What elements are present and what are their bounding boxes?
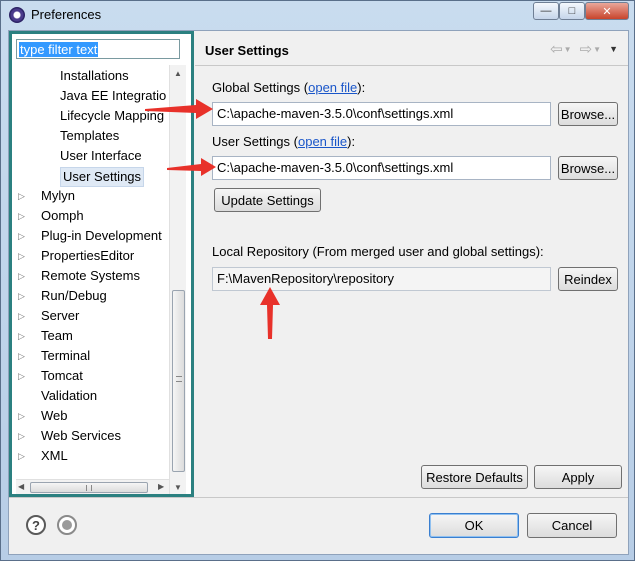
annotation-arrow-icon [167,158,216,176]
preferences-window: Preferences — □ ✕ type filter text Insta… [0,0,635,561]
annotation-arrow-icon [145,99,213,119]
annotation-arrows [145,99,280,339]
annotation-arrow-icon [260,287,280,339]
